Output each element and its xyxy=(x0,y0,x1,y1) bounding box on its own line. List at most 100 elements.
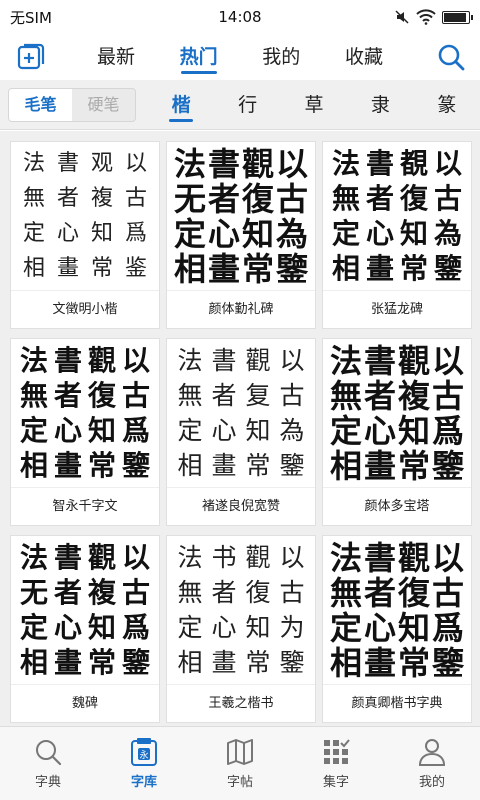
sample-char: 書 xyxy=(207,144,240,183)
sample-char: 書 xyxy=(211,346,237,375)
bottom-nav-search[interactable]: 字典 xyxy=(0,727,96,800)
sample-char: 心 xyxy=(53,610,82,644)
sample-char: 定 xyxy=(331,216,360,250)
bottom-nav-label: 字帖 xyxy=(226,775,253,790)
sample-char: 無 xyxy=(177,381,203,410)
bottom-nav-label: 字库 xyxy=(130,775,157,790)
bottom-nav: 字典永字库 字帖 集字 我的 xyxy=(0,726,480,800)
sample-char: 古 xyxy=(279,381,305,410)
sample-char: 法 xyxy=(173,144,206,183)
sample-char: 法 xyxy=(22,150,45,176)
bottom-nav-map[interactable]: 字帖 xyxy=(192,727,288,800)
sample-char: 為 xyxy=(433,216,462,250)
sample-char: 鑒 xyxy=(275,249,308,288)
sample-char: 无 xyxy=(19,575,48,609)
sample-char: 无 xyxy=(173,179,206,218)
sample-char: 者 xyxy=(207,179,240,218)
sample-char: 古 xyxy=(121,575,150,609)
sample-char: 法 xyxy=(177,543,203,572)
copybook-card[interactable]: 法書觀以無者复古定心知為相畫常鑒褚遂良倪宽赞 xyxy=(166,338,316,526)
tab-1[interactable]: 热门 xyxy=(163,34,235,80)
calligraphy-sample: 法書觀以無者復古定心知爲相畫常鑒 xyxy=(11,339,159,487)
copybook-name: 文徵明小楷 xyxy=(11,290,159,328)
tab-2[interactable]: 我的 xyxy=(245,34,317,80)
copybook-name: 王羲之楷书 xyxy=(167,684,315,722)
sample-char: 畫 xyxy=(56,255,79,281)
copybook-card[interactable]: 法書觀以無者複古定心知爲相畫常鑒颜体多宝塔 xyxy=(322,338,472,526)
tab-0[interactable]: 最新 xyxy=(80,34,152,80)
sample-char: 知 xyxy=(87,413,116,447)
sample-char: 相 xyxy=(19,448,48,482)
sample-char: 鑒 xyxy=(121,448,150,482)
sample-char: 相 xyxy=(173,249,206,288)
sample-char: 觀 xyxy=(397,341,430,380)
sample-char: 心 xyxy=(363,411,396,450)
style-tab-4[interactable]: 篆 xyxy=(422,80,472,130)
sample-char: 心 xyxy=(53,413,82,447)
copybook-card[interactable]: 法書觀以無者復古定心知爲相畫常鑒智永千字文 xyxy=(10,338,160,526)
calligraphy-sample: 法書觀以無者復古定心知爲相畫常鑒 xyxy=(323,536,471,684)
sample-char: 無 xyxy=(177,578,203,607)
calligraphy-sample: 法書觀以無者複古定心知爲相畫常鑒 xyxy=(323,339,471,487)
copybook-name: 张猛龙碑 xyxy=(323,290,471,328)
style-tab-3[interactable]: 隶 xyxy=(355,80,405,130)
sample-char: 畫 xyxy=(53,645,82,679)
tool-toggle: 毛笔 硬笔 xyxy=(8,88,136,122)
sample-char: 心 xyxy=(56,220,79,246)
copybook-card[interactable]: 法書觀以无者複古定心知爲相畫常鑒魏碑 xyxy=(10,535,160,723)
sample-char: 複 xyxy=(87,575,116,609)
style-tab-0[interactable]: 楷 xyxy=(156,80,206,130)
sample-char: 古 xyxy=(433,181,462,215)
sample-char: 定 xyxy=(329,608,362,647)
bottom-nav-label: 字典 xyxy=(34,775,61,790)
style-tab-1[interactable]: 行 xyxy=(223,80,273,130)
sample-char: 爲 xyxy=(124,220,147,246)
sample-char: 古 xyxy=(279,578,305,607)
copybook-card[interactable]: 法書观以無者複古定心知爲相畫常鉴文徵明小楷 xyxy=(10,141,160,329)
sample-char: 古 xyxy=(431,376,464,415)
sample-char: 無 xyxy=(329,573,362,612)
script-style-tabs: 楷行草隶篆 xyxy=(148,80,480,130)
sample-char: 定 xyxy=(22,220,45,246)
stamp-icon: 永 xyxy=(131,738,157,766)
sample-char: 常 xyxy=(399,251,428,285)
map-icon xyxy=(227,739,253,765)
sample-char: 爲 xyxy=(431,411,464,450)
sample-char: 者 xyxy=(365,181,394,215)
pen-option[interactable]: 硬笔 xyxy=(72,89,135,121)
bottom-nav-person[interactable]: 我的 xyxy=(384,727,480,800)
style-tab-2[interactable]: 草 xyxy=(289,80,339,130)
copybook-name: 魏碑 xyxy=(11,684,159,722)
grid-icon xyxy=(324,739,350,764)
sample-char: 以 xyxy=(279,346,305,375)
sample-char: 者 xyxy=(211,381,237,410)
brush-option[interactable]: 毛笔 xyxy=(9,89,72,121)
sample-char: 爲 xyxy=(431,608,464,647)
sample-char: 者 xyxy=(56,185,79,211)
sample-char: 以 xyxy=(121,343,150,377)
sample-char: 定 xyxy=(19,610,48,644)
sample-char: 复 xyxy=(245,381,271,410)
svg-text:永: 永 xyxy=(139,749,148,761)
copybook-card[interactable]: 法書觀以無者復古定心知爲相畫常鑒颜真卿楷书字典 xyxy=(322,535,472,723)
sample-char: 心 xyxy=(207,214,240,253)
sample-char: 者 xyxy=(363,573,396,612)
copybook-card[interactable]: 法書觀以无者復古定心知為相畫常鑒颜体勤礼碑 xyxy=(166,141,316,329)
sample-char: 書 xyxy=(56,150,79,176)
bottom-nav-grid[interactable]: 集字 xyxy=(288,727,384,800)
bottom-nav-stamp[interactable]: 永字库 xyxy=(96,727,192,800)
sample-char: 古 xyxy=(275,179,308,218)
sample-char: 法 xyxy=(329,341,362,380)
copybook-card[interactable]: 法书觀以無者復古定心知为相畫常鑒王羲之楷书 xyxy=(166,535,316,723)
search-icon[interactable] xyxy=(436,42,466,72)
sample-char: 观 xyxy=(90,150,113,176)
sample-char: 常 xyxy=(241,249,274,288)
sample-char: 畫 xyxy=(207,249,240,288)
add-icon[interactable] xyxy=(16,42,46,72)
sample-char: 觀 xyxy=(245,543,271,572)
tab-3[interactable]: 收藏 xyxy=(328,34,400,80)
sample-char: 復 xyxy=(87,378,116,412)
sample-char: 觀 xyxy=(241,144,274,183)
copybook-card[interactable]: 法書覩以無者復古定心知為相畫常鑒张猛龙碑 xyxy=(322,141,472,329)
calligraphy-sample: 法書覩以無者復古定心知為相畫常鑒 xyxy=(323,142,471,290)
